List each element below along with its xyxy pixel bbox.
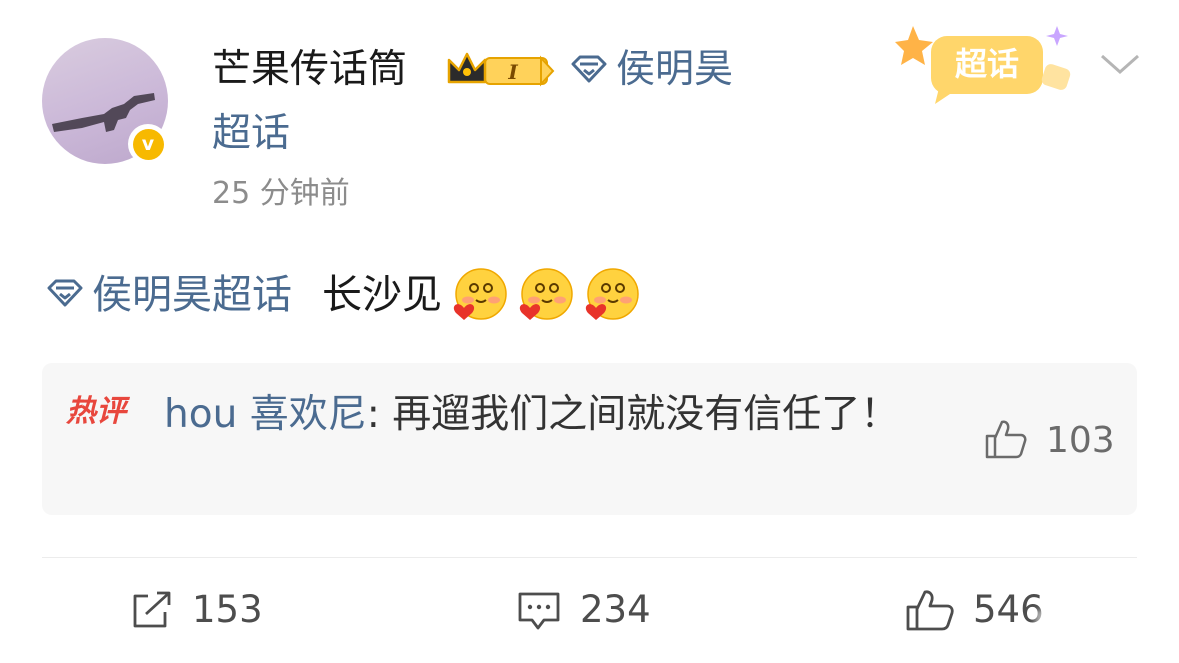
username[interactable]: 芒果传话筒 [212, 44, 407, 96]
thumbs-up-icon[interactable] [984, 418, 1028, 464]
diamond-icon [46, 268, 84, 322]
divider [42, 557, 1137, 558]
topic-link-label: 侯明昊 [616, 47, 734, 92]
comment-count: 234 [580, 588, 651, 631]
chaohua-badge[interactable]: 超话 [895, 18, 1085, 112]
post-text: 长沙见 [322, 272, 442, 318]
like-count: 546 [973, 588, 1044, 631]
post-content: 侯明昊超话 长沙见 [46, 266, 640, 324]
hot-comment-like-count: 103 [1046, 420, 1115, 461]
hot-comment-body: : 再遛我们之间就没有信任了！ [366, 392, 900, 437]
comment-icon [518, 592, 560, 630]
topic-tag-link[interactable]: 侯明昊超话 [46, 268, 292, 322]
heart-emoji-icon [450, 266, 508, 324]
heart-emoji-icon [516, 266, 574, 324]
repost-button[interactable]: 153 [130, 586, 263, 634]
like-icon [906, 590, 954, 631]
diamond-icon [570, 46, 608, 98]
verified-badge-icon: v [128, 124, 168, 164]
chevron-down-icon[interactable] [1098, 50, 1142, 82]
hot-comment-author[interactable]: hou 喜欢尼 [164, 392, 367, 437]
topic-link-continuation[interactable]: 超话 [212, 108, 290, 160]
repost-count: 153 [192, 588, 263, 631]
hot-comment-text: hou 喜欢尼: 再遛我们之间就没有信任了！ [164, 384, 924, 446]
comment-button[interactable]: 234 [516, 586, 651, 634]
member-crown-icon[interactable]: I [445, 48, 557, 94]
like-button[interactable]: 546 [905, 586, 1044, 634]
heart-emoji-icon [582, 266, 640, 324]
repost-icon [133, 591, 171, 628]
chaohua-badge-text: 超话 [955, 45, 1019, 83]
level-badge-text: I [507, 60, 518, 84]
hot-comment-label: 热评 [66, 394, 126, 429]
post-time: 25 分钟前 [212, 176, 350, 211]
topic-link[interactable]: 侯明昊 [570, 44, 733, 98]
topic-tag-label: 侯明昊超话 [92, 272, 292, 318]
watermark-overlay [1035, 610, 1173, 650]
